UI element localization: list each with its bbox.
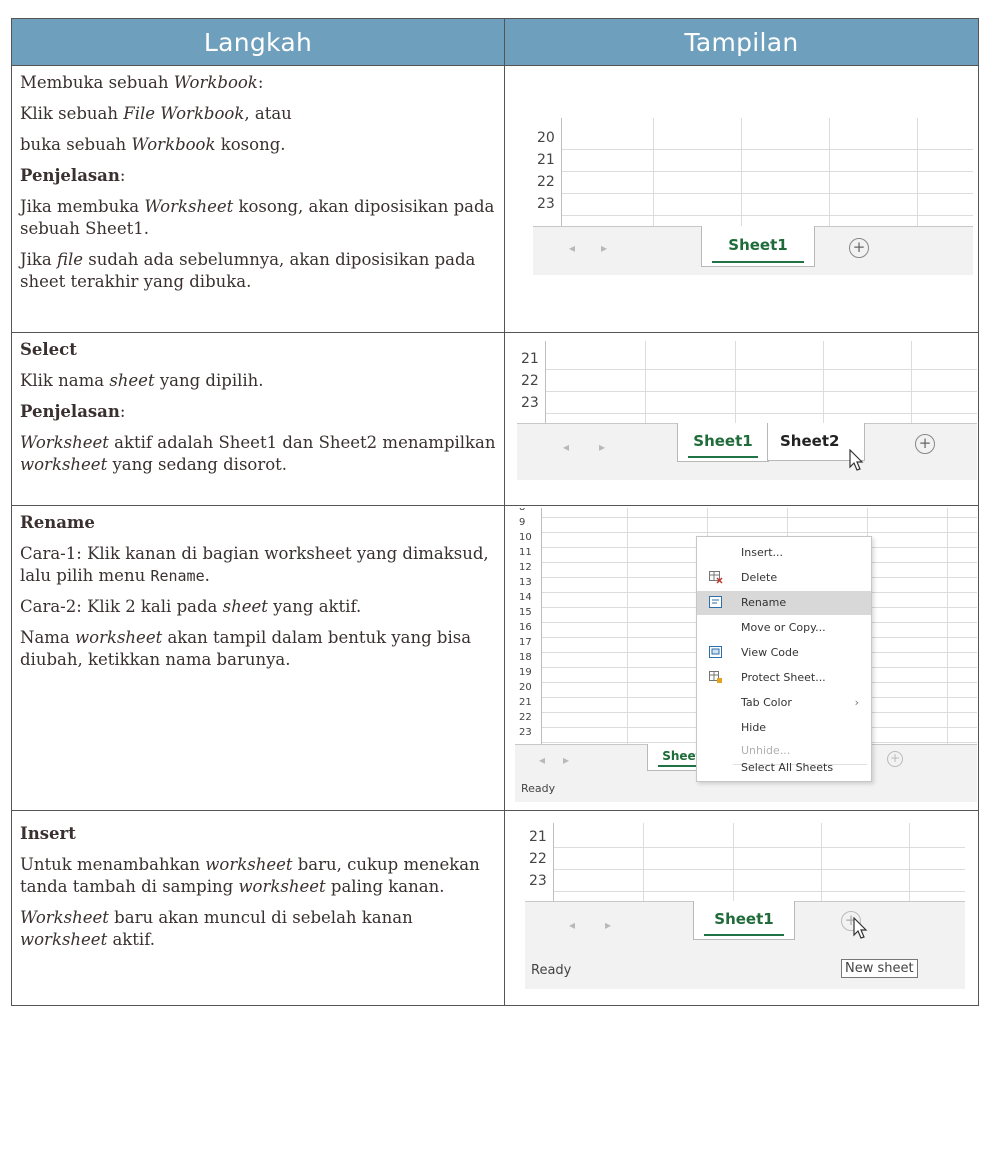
sheet-tab-bar: ◂ ▸ Sheet1 + xyxy=(533,226,973,275)
row-number: 23 xyxy=(529,873,547,885)
sheet-tab-sheet1[interactable]: Sheet1 xyxy=(693,901,795,940)
row-open-steps: Membuka sebuah Workbook: Klik sebuah Fil… xyxy=(11,65,505,333)
row-number: 20 xyxy=(537,130,555,146)
new-sheet-tooltip: New sheet xyxy=(841,959,918,978)
add-sheet-icon[interactable]: + xyxy=(915,434,935,454)
menu-item-insert[interactable]: Insert... xyxy=(697,541,871,565)
row-number: 17 xyxy=(519,637,532,648)
row-number: 22 xyxy=(519,712,532,723)
row-number: 22 xyxy=(537,174,555,190)
row-insert-steps: Insert Untuk menambahkan worksheet baru,… xyxy=(11,810,505,1006)
rename-title: Rename xyxy=(20,513,95,532)
view-code-icon xyxy=(709,646,722,658)
steps-table: Langkah Tampilan Membuka sebuah Workbook… xyxy=(11,18,979,1006)
row-number: 18 xyxy=(519,652,532,663)
rename-menu-ref: Rename xyxy=(150,567,205,585)
row-number: 22 xyxy=(521,373,539,389)
row-number: 10 xyxy=(519,532,532,543)
scroll-left-icon[interactable]: ◂ xyxy=(569,918,575,932)
row-rename-steps: Rename Cara-1: Klik kanan di bagian work… xyxy=(11,505,505,811)
select-title: Select xyxy=(20,340,77,359)
row-number: 21 xyxy=(529,829,547,845)
mouse-cursor-icon xyxy=(849,449,864,471)
submenu-arrow-icon: › xyxy=(854,696,859,709)
scroll-left-icon[interactable]: ◂ xyxy=(563,440,569,454)
sheet-tab-sheet1[interactable]: Sheet1 xyxy=(701,226,815,267)
row-rename-screenshot: 891011121314151617181920212223 ◂ ▸ Sheet… xyxy=(504,505,979,811)
add-sheet-icon[interactable]: + xyxy=(887,751,903,767)
row-number: 21 xyxy=(537,152,555,168)
protect-sheet-icon xyxy=(709,671,722,683)
penjelasan-label: Penjelasan xyxy=(20,166,120,185)
row-open-screenshot: 20 21 22 23 ◂ ▸ Sheet1 + xyxy=(504,65,979,333)
scroll-left-icon[interactable]: ◂ xyxy=(539,753,545,767)
sheet-context-menu: Insert... Delete Rename Move or Copy... xyxy=(696,536,872,782)
mouse-cursor-icon xyxy=(853,917,868,939)
excel-select-view: 21 22 23 ◂ ▸ Sheet1 Sheet2 + xyxy=(517,341,977,487)
row-select-steps: Select Klik nama sheet yang dipilih. Pen… xyxy=(11,332,505,506)
row-number: 21 xyxy=(521,351,539,367)
row-number: 20 xyxy=(519,682,532,693)
scroll-right-icon[interactable]: ▸ xyxy=(563,753,569,767)
row-number: 23 xyxy=(519,727,532,738)
scroll-right-icon[interactable]: ▸ xyxy=(601,241,607,255)
row-number: 16 xyxy=(519,622,532,633)
scroll-right-icon[interactable]: ▸ xyxy=(605,918,611,932)
excel-rename-view: 891011121314151617181920212223 ◂ ▸ Sheet… xyxy=(515,508,977,802)
delete-sheet-icon xyxy=(709,571,723,584)
row-number: 12 xyxy=(519,562,532,573)
row-number: 9 xyxy=(519,517,526,528)
excel-insert-view: 21 22 23 ◂ ▸ Sheet1 + Ready New sheet xyxy=(525,823,965,989)
row-select-screenshot: 21 22 23 ◂ ▸ Sheet1 Sheet2 + xyxy=(504,332,979,506)
menu-item-protect-sheet[interactable]: Protect Sheet... xyxy=(697,666,871,690)
row-number: 19 xyxy=(519,667,532,678)
row-number: 14 xyxy=(519,592,532,603)
add-sheet-icon[interactable]: + xyxy=(849,238,869,258)
scroll-left-icon[interactable]: ◂ xyxy=(569,241,575,255)
row-number: 15 xyxy=(519,607,532,618)
row-insert-screenshot: 21 22 23 ◂ ▸ Sheet1 + Ready New sheet xyxy=(504,810,979,1006)
menu-item-delete[interactable]: Delete xyxy=(697,566,871,590)
row-number: 22 xyxy=(529,851,547,867)
menu-item-tab-color[interactable]: Tab Color › xyxy=(697,691,871,715)
sheet-tab-sheet1[interactable]: Sheet1 xyxy=(677,423,769,462)
rename-sheet-icon xyxy=(709,596,722,608)
excel-open-view: 20 21 22 23 ◂ ▸ Sheet1 + xyxy=(533,118,973,286)
insert-title: Insert xyxy=(20,824,76,843)
menu-item-view-code[interactable]: View Code xyxy=(697,641,871,665)
scroll-right-icon[interactable]: ▸ xyxy=(599,440,605,454)
row-number: 23 xyxy=(521,395,539,407)
row-number: 8 xyxy=(519,508,525,513)
menu-item-hide[interactable]: Hide xyxy=(697,716,871,740)
menu-item-move-or-copy[interactable]: Move or Copy... xyxy=(697,616,871,640)
menu-item-rename[interactable]: Rename xyxy=(697,591,871,615)
sheet-tab-bar: ◂ ▸ Sheet1 + xyxy=(525,901,965,954)
sheet-tab-bar: ◂ ▸ Sheet1 Sheet2 + xyxy=(517,423,977,480)
header-tampilan: Tampilan xyxy=(504,18,979,66)
header-langkah: Langkah xyxy=(11,18,505,66)
row-number: 11 xyxy=(519,547,532,558)
penjelasan-label: Penjelasan xyxy=(20,402,120,421)
menu-item-select-all-sheets[interactable]: Select All Sheets xyxy=(697,757,871,779)
row-number: 21 xyxy=(519,697,532,708)
row-number: 13 xyxy=(519,577,532,588)
row-number: 23 xyxy=(537,196,555,208)
